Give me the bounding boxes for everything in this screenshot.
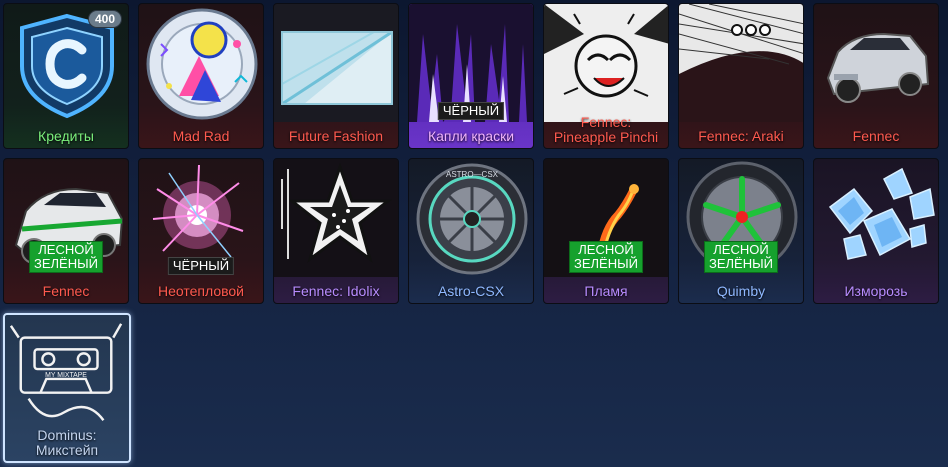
item-mad-rad[interactable]: Mad Rad (138, 3, 264, 149)
item-label: Изморозь (844, 283, 908, 299)
item-label: Mad Rad (172, 128, 230, 144)
pineapple-pinchi-decal-icon (544, 4, 668, 122)
paint-tag: ЛЕСНОЙ ЗЕЛЁНЫЙ (704, 241, 778, 273)
paint-tag: ЧЁРНЫЙ (437, 102, 505, 120)
item-label: Astro-CSX (437, 283, 505, 299)
item-label-line2: Pineapple Pinchi (553, 129, 659, 145)
future-fashion-decal-icon (274, 4, 398, 122)
paint-tag: ЛЕСНОЙ ЗЕЛЁНЫЙ (29, 241, 103, 273)
paint-tag-line1: ЛЕСНОЙ (38, 242, 94, 257)
item-astro-csx[interactable]: ASTRO—CSX Astro-CSX (408, 158, 534, 304)
item-frost[interactable]: Изморозь (813, 158, 939, 304)
paint-tag-line1: ЛЕСНОЙ (578, 242, 634, 257)
item-fennec-araki[interactable]: Fennec: Araki (678, 3, 804, 149)
item-label-line2: Микстейп (35, 442, 99, 458)
item-label: Fennec: Idolix (292, 283, 380, 299)
item-label: Fennec (852, 128, 900, 144)
frost-goal-explosion-icon (828, 167, 935, 260)
item-paint-drops[interactable]: ЧЁРНЫЙ Капли краски (408, 3, 534, 149)
fennec-car-icon (826, 32, 930, 103)
item-label: Fennec: Araki (698, 128, 784, 144)
item-label: Капли краски (427, 128, 515, 144)
wheel-brand-text: ASTRO—CSX (446, 170, 499, 179)
item-fennec-forest-green[interactable]: ЛЕСНОЙ ЗЕЛЁНЫЙ Fennec (3, 158, 129, 304)
astro-csx-wheel-icon: ASTRO—CSX (416, 163, 528, 275)
inventory-grid: 400 Кредиты Mad Rad Future Fashion ЧЁРНЫ… (0, 0, 948, 467)
item-label: Fennec: Pineapple Pinchi (544, 115, 668, 145)
idolix-decal-icon (274, 159, 398, 277)
item-future-fashion[interactable]: Future Fashion (273, 3, 399, 149)
item-label: Dominus: Микстейп (5, 428, 129, 458)
paint-tag-line2: ЗЕЛЁНЫЙ (34, 256, 98, 271)
paint-tag-line1: ЛЕСНОЙ (713, 242, 769, 257)
item-label: Кредиты (38, 128, 94, 144)
mad-rad-wheel-icon (146, 8, 258, 120)
paint-tag: ЛЕСНОЙ ЗЕЛЁНЫЙ (569, 241, 643, 273)
item-fennec-idolix[interactable]: Fennec: Idolix (273, 158, 399, 304)
credits-count-badge: 400 (87, 10, 122, 28)
item-label-line1: Dominus: (37, 427, 97, 443)
item-dominus-mixtape[interactable]: MY MIXTAPE Dominus: Микстейп (3, 313, 131, 463)
paint-tag-line2: ЗЕЛЁНЫЙ (709, 256, 773, 271)
item-label-line1: Fennec: (580, 114, 632, 130)
item-label: Неотепловой (158, 283, 244, 299)
item-flame[interactable]: ЛЕСНОЙ ЗЕЛЁНЫЙ Пламя (543, 158, 669, 304)
paint-tag-line2: ЗЕЛЁНЫЙ (574, 256, 638, 271)
araki-decal-icon (679, 4, 803, 122)
item-credits[interactable]: 400 Кредиты (3, 3, 129, 149)
item-fennec-pineapple-pinchi[interactable]: Fennec: Pineapple Pinchi (543, 3, 669, 149)
mixtape-art-text: MY MIXTAPE (45, 372, 87, 379)
mixtape-decal-icon: MY MIXTAPE (9, 323, 123, 421)
item-label: Fennec (42, 283, 90, 299)
item-label: Future Fashion (288, 128, 384, 144)
item-fennec-car[interactable]: Fennec (813, 3, 939, 149)
item-label: Quimby (716, 283, 766, 299)
item-quimby[interactable]: ЛЕСНОЙ ЗЕЛЁНЫЙ Quimby (678, 158, 804, 304)
item-neo-thermal[interactable]: ЧЁРНЫЙ Неотепловой (138, 158, 264, 304)
paint-tag: ЧЁРНЫЙ (167, 257, 235, 275)
item-label: Пламя (584, 283, 628, 299)
